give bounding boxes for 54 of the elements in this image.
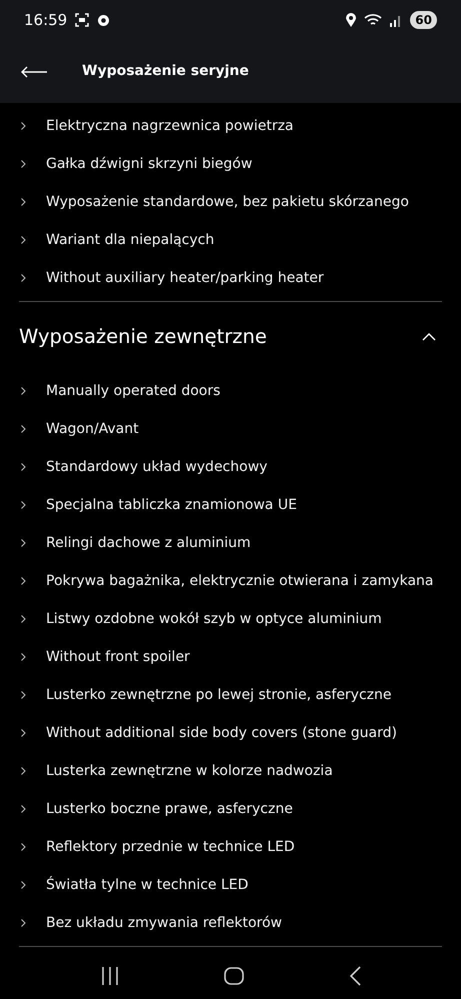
location-icon (346, 13, 356, 27)
list-item-text: Relingi dachowe z aluminium (46, 534, 251, 552)
screenshot-icon (75, 13, 90, 27)
battery-level: 60 (410, 11, 437, 29)
chevron-icon (21, 539, 26, 547)
home-icon[interactable] (224, 967, 244, 985)
chevron-icon (21, 198, 26, 206)
list-item-text: Elektryczna nagrzewnica powietrza (46, 116, 294, 136)
chevron-icon (21, 122, 26, 130)
list-item-text: Without front spoiler (46, 648, 190, 666)
recent-apps-icon[interactable] (100, 967, 120, 985)
list-item-text: Wyposażenie standardowe, bez pakietu skórzanego (46, 192, 409, 212)
list-item-text: Without auxiliary heater/parking heater (46, 268, 324, 288)
chevron-icon (21, 463, 26, 471)
chevron-icon (21, 236, 26, 244)
list-item-text: Wagon/Avant (46, 420, 139, 438)
list-item-text: Lusterko zewnętrzne po lewej stronie, asferyczne (46, 686, 392, 704)
chevron-icon (21, 653, 26, 661)
page-title: Wyposażenie seryjne (82, 62, 249, 81)
chevron-icon (21, 881, 26, 889)
list-item-text: Without additional side body covers (stone guard) (46, 724, 397, 742)
chevron-icon (21, 501, 26, 509)
list-item-text: Standardowy układ wydechowy (46, 458, 268, 476)
list-item-text: Wariant dla niepalących (46, 230, 214, 250)
list-item-text: Lusterka zewnętrzne w kolorze nadwozia (46, 762, 333, 780)
list-item-text: Pokrywa bagażnika, elektrycznie otwierana i zamykana (46, 572, 434, 590)
list-item-text: Gałka dźwigni skrzyni biegów (46, 154, 252, 174)
chevron-icon (21, 767, 26, 775)
status-time: 16:59 (24, 10, 68, 31)
list-item-text: Manually operated doors (46, 382, 220, 400)
chevron-icon (21, 274, 26, 282)
list-item-text: Lusterko boczne prawe, asferyczne (46, 800, 293, 818)
chevron-icon (21, 805, 26, 813)
signal-icon (390, 14, 402, 26)
chevron-icon (21, 615, 26, 623)
browser-icon (97, 14, 110, 26)
chevron-icon (21, 843, 26, 851)
chevron-icon (21, 160, 26, 168)
chevron-icon (21, 691, 26, 699)
chevron-icon (21, 577, 26, 585)
list-item-text: Bez układu zmywania reflektorów (46, 914, 282, 932)
list-item-text: Listwy ozdobne wokół szyb w optyce aluminium (46, 610, 382, 628)
back-arrow-icon[interactable] (20, 66, 48, 78)
list-item-text: Specjalna tabliczka znamionowa UE (46, 496, 297, 514)
chevron-icon (21, 387, 26, 395)
chevron-icon (21, 425, 26, 433)
back-icon[interactable] (348, 966, 361, 986)
list-item-text: Reflektory przednie w technice LED (46, 838, 295, 856)
section-title: Wyposażenie zewnętrzne (19, 324, 267, 350)
wifi-icon (364, 13, 382, 27)
chevron-icon (21, 919, 26, 927)
chevron-icon (21, 729, 26, 737)
collapse-chevron-icon[interactable] (422, 332, 436, 342)
list-item-text: Światła tylne w technice LED (46, 875, 248, 894)
